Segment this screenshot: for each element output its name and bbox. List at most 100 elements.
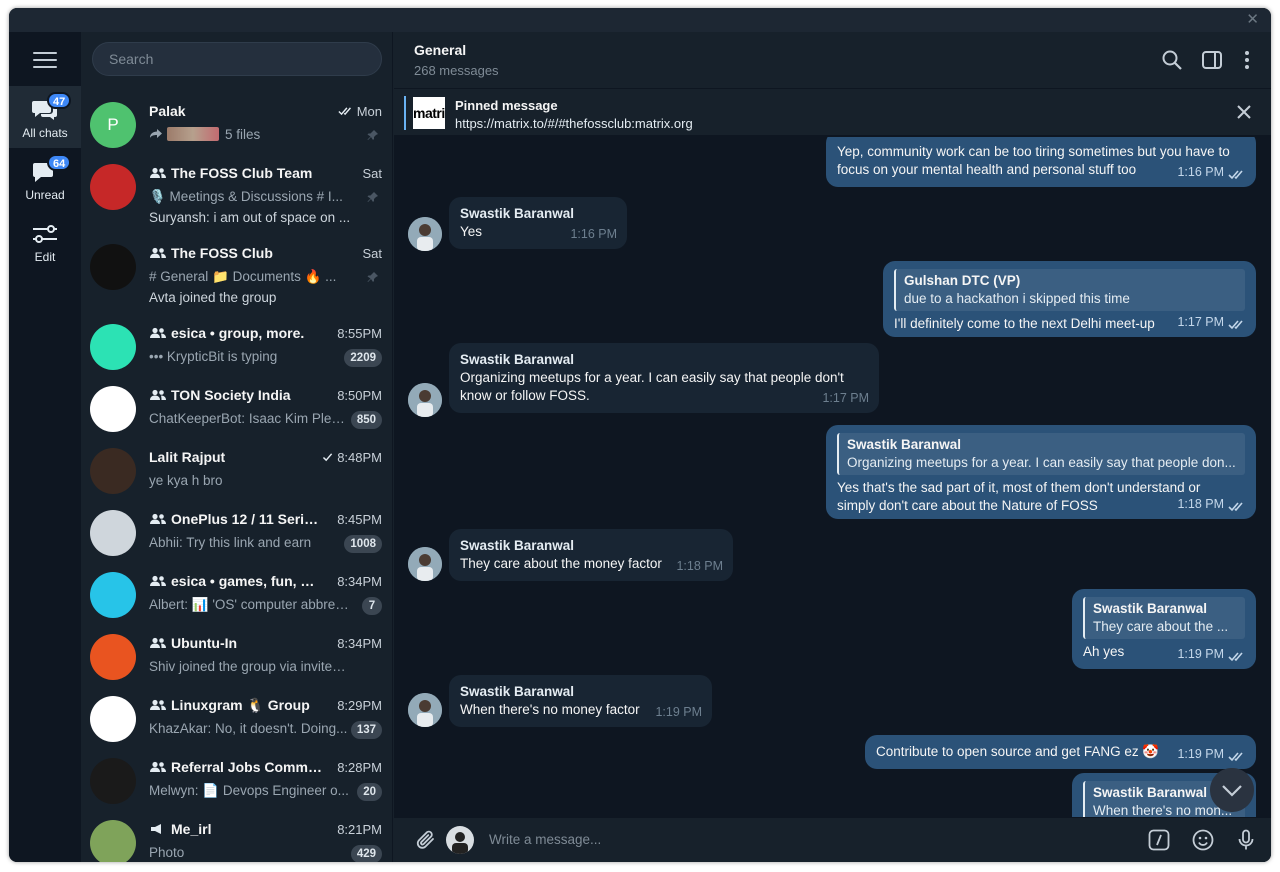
- chat-list-item[interactable]: TON Society India 8:50PM ChatKeeperBot: Is…: [81, 378, 393, 440]
- chat-name-text: TON Society India: [171, 387, 291, 403]
- message-sender[interactable]: Swastik Baranwal: [460, 205, 616, 223]
- chat-avatar: [90, 244, 136, 290]
- folder-edit[interactable]: Edit: [9, 210, 81, 272]
- chat-time: Mon: [338, 104, 382, 119]
- message-outgoing[interactable]: Yep, community work can be too tiring so…: [826, 137, 1256, 187]
- avatar[interactable]: [446, 826, 474, 854]
- chat-preview-text: KhazAkar: No, it doesn't. Doing...: [149, 721, 348, 736]
- chat-preview: ••• KrypticBit is typing: [149, 349, 349, 364]
- message-outgoing[interactable]: Swastik Baranwal Organizing meetups for …: [826, 425, 1256, 519]
- pinned-title: Pinned message: [455, 98, 558, 113]
- forward-icon: [150, 129, 162, 138]
- chat-preview: KhazAkar: No, it doesn't. Doing...: [149, 721, 349, 736]
- unread-badge: 20: [357, 783, 382, 801]
- search-icon[interactable]: [1160, 48, 1184, 72]
- message-outgoing[interactable]: Swastik Baranwal They care about the ...…: [1072, 589, 1256, 669]
- folder-rail: 47 All chats 64 Unread Edit: [9, 32, 81, 862]
- message-incoming[interactable]: Swastik Baranwal Yes 1:16 PM: [449, 197, 627, 249]
- emoji-icon[interactable]: [1191, 828, 1215, 852]
- unread-badge: 429: [350, 845, 382, 862]
- chat-list-item[interactable]: OnePlus 12 / 11 Series: ... 8:45PM Abhii: …: [81, 502, 393, 564]
- message-sender[interactable]: Swastik Baranwal: [460, 351, 868, 369]
- menu-icon[interactable]: [33, 52, 57, 70]
- message-outgoing[interactable]: Gulshan DTC (VP) due to a hackathon i sk…: [883, 261, 1256, 337]
- close-icon[interactable]: [1235, 103, 1253, 121]
- chat-name-text: Palak: [149, 103, 186, 119]
- chat-name: Lalit Rajput: [149, 449, 324, 465]
- group-icon: [150, 761, 166, 772]
- sidebar-toggle-icon[interactable]: [1200, 48, 1224, 72]
- chat-name-text: OnePlus 12 / 11 Series: ...: [171, 511, 324, 527]
- chat-name-text: esica • games, fun, more.: [171, 573, 324, 589]
- reply-quote[interactable]: Gulshan DTC (VP) due to a hackathon i sk…: [894, 269, 1245, 311]
- chat-list-item[interactable]: esica • games, fun, more. 8:34PM Albert: 📊…: [81, 564, 393, 626]
- double-check-icon: [1228, 170, 1243, 180]
- chat-name: Ubuntu-In: [149, 635, 324, 651]
- unread-badge: 850: [350, 411, 382, 429]
- chat-preview-text: Abhii: Try this link and earn: [149, 535, 312, 550]
- folder-unread[interactable]: 64 Unread: [9, 148, 81, 210]
- chat-avatar: [90, 164, 136, 210]
- message-composer: Write a message...: [394, 817, 1271, 862]
- commands-icon[interactable]: [1147, 828, 1171, 852]
- chat-list-item[interactable]: Lalit Rajput 8:48PM ye kya h bro: [81, 440, 393, 502]
- pinned-message-bar[interactable]: matrix Pinned message https://matrix.to/…: [394, 88, 1271, 136]
- unread-badge: 1008: [344, 535, 382, 553]
- group-icon: [150, 389, 166, 400]
- message-incoming[interactable]: Swastik Baranwal Organizing meetups for …: [449, 343, 879, 413]
- chat-list-item[interactable]: P Palak Mon 5 files: [81, 94, 393, 156]
- chat-list-item[interactable]: The FOSS Club Sat # General 📁 Documents 🔥 …: [81, 236, 393, 316]
- chat-preview: 🎙️ Meetings & Discussions # I...: [149, 189, 349, 205]
- chat-preview-text: Melwyn: 📄 Devops Engineer o...: [149, 783, 349, 798]
- chat-name: The FOSS Club: [149, 245, 324, 261]
- chat-title[interactable]: General: [414, 42, 466, 58]
- chat-list-item[interactable]: esica • group, more. 8:55PM ••• KrypticBit…: [81, 316, 393, 378]
- more-icon[interactable]: [1235, 48, 1259, 72]
- chat-name-text: Referral Jobs Community: [171, 759, 324, 775]
- chat-list-item[interactable]: Referral Jobs Community 8:28PM Melwyn: 📄 D…: [81, 750, 393, 812]
- message-text: Yes that's the sad part of it, most of t…: [837, 480, 1201, 513]
- chat-view: General 268 messages matrix Pinned messa…: [394, 32, 1271, 862]
- avatar[interactable]: [408, 383, 442, 417]
- chat-last-message: Suryansh: i am out of space on ...: [149, 210, 351, 225]
- folder-badge: 64: [47, 154, 72, 171]
- chat-list-item[interactable]: Me_irl 8:21PM Photo 429: [81, 812, 393, 862]
- message-outgoing[interactable]: Contribute to open source and get FANG e…: [865, 735, 1256, 769]
- chat-name: Linuxgram 🐧 Group: [149, 697, 324, 714]
- folder-all-chats[interactable]: 47 All chats: [9, 86, 81, 148]
- attach-icon[interactable]: [414, 828, 438, 852]
- chat-preview-text: ye kya h bro: [149, 473, 223, 488]
- message-incoming[interactable]: Swastik Baranwal When there's no money f…: [449, 675, 712, 727]
- telegram-window: ✕ 47 All chats 64 Unread Edit Search P Pa…: [9, 8, 1271, 862]
- reply-sender: Swastik Baranwal: [1093, 601, 1208, 616]
- chat-preview: # General 📁 Documents 🔥 ...: [149, 269, 349, 285]
- message-time: 1:18 PM: [1177, 497, 1224, 511]
- message-incoming[interactable]: Swastik Baranwal They care about the mon…: [449, 529, 733, 581]
- chat-avatar: [90, 510, 136, 556]
- chat-time-text: 8:34PM: [337, 636, 382, 651]
- window-close-button[interactable]: ✕: [1246, 11, 1259, 29]
- reply-quote[interactable]: Swastik Baranwal They care about the ...: [1083, 597, 1245, 639]
- message-sender[interactable]: Swastik Baranwal: [460, 537, 722, 555]
- message-input[interactable]: Write a message...: [489, 832, 601, 847]
- microphone-icon[interactable]: [1234, 828, 1258, 852]
- avatar[interactable]: [408, 693, 442, 727]
- scroll-down-icon[interactable]: [1210, 768, 1254, 812]
- reply-text: due to a hackathon i skipped this time: [904, 291, 1130, 306]
- chat-list-item[interactable]: Linuxgram 🐧 Group 8:29PM KhazAkar: No, it …: [81, 688, 393, 750]
- group-icon: [150, 327, 166, 338]
- search-input[interactable]: Search: [92, 42, 382, 76]
- chat-name-text: Me_irl: [171, 821, 212, 837]
- chat-preview-text: # General 📁 Documents 🔥 ...: [149, 269, 337, 284]
- chat-list-item[interactable]: Ubuntu-In 8:34PM Shiv joined the group via…: [81, 626, 393, 688]
- double-check-icon: [338, 107, 351, 116]
- title-bar: ✕: [9, 8, 1271, 32]
- message-time: 1:19 PM: [1177, 747, 1224, 761]
- message-sender[interactable]: Swastik Baranwal: [460, 683, 701, 701]
- avatar[interactable]: [408, 217, 442, 251]
- avatar[interactable]: [408, 547, 442, 581]
- chat-time-text: 8:29PM: [337, 698, 382, 713]
- chat-time: Sat: [362, 166, 382, 181]
- reply-quote[interactable]: Swastik Baranwal Organizing meetups for …: [837, 433, 1245, 475]
- chat-list-item[interactable]: The FOSS Club Team Sat 🎙️ Meetings & Discu…: [81, 156, 393, 236]
